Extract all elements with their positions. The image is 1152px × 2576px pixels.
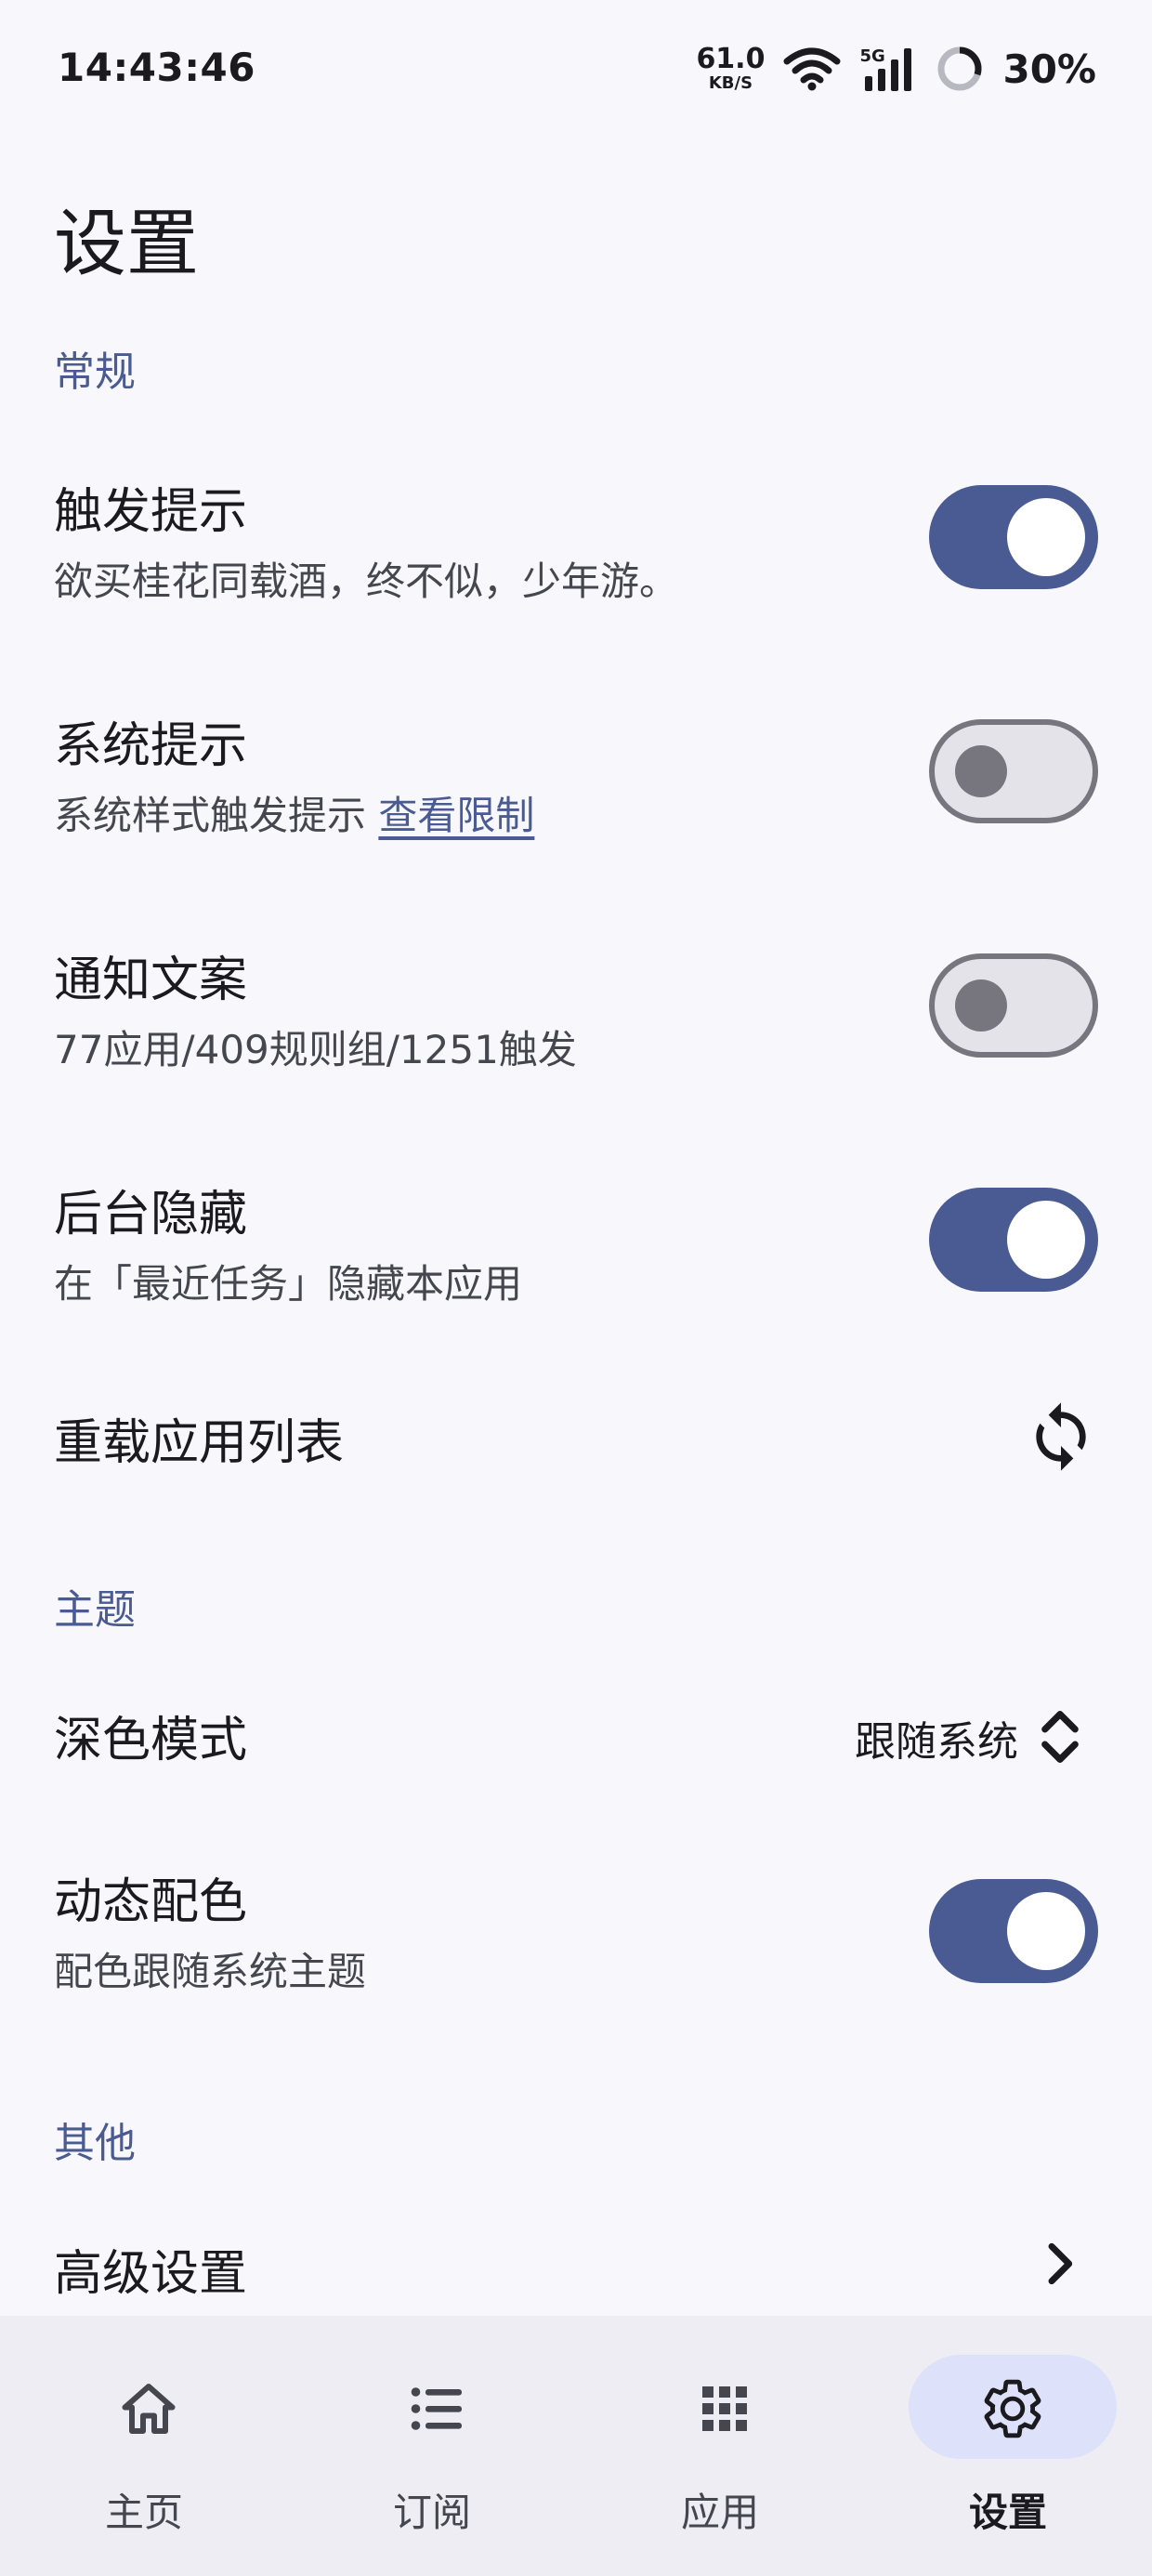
apps-grid-icon — [702, 2386, 747, 2431]
setting-title: 通知文案 — [54, 953, 248, 1008]
nav-item-home[interactable]: 主页 — [0, 2316, 288, 2576]
nav-label: 订阅 — [392, 2490, 471, 2535]
gear-icon — [984, 2379, 1041, 2438]
setting-row-background-hide[interactable]: 后台隐藏 在「最近任务」隐藏本应用 — [0, 1158, 1152, 1344]
setting-title: 系统提示 — [54, 718, 248, 774]
setting-subtitle: 系统样式触发提示 查看限制 — [54, 784, 534, 841]
trigger-tip-toggle[interactable] — [929, 485, 1098, 589]
setting-title: 重载应用列表 — [54, 1415, 345, 1471]
setting-row-dynamic-color[interactable]: 动态配色 配色跟随系统主题 — [0, 1846, 1152, 2031]
nav-label: 主页 — [104, 2490, 183, 2535]
setting-row-advanced[interactable]: 高级设置 — [0, 2212, 1152, 2316]
setting-title: 触发提示 — [54, 484, 248, 540]
nav-item-apps[interactable]: 应用 — [576, 2316, 864, 2576]
unfold-icon[interactable] — [1024, 1701, 1096, 1773]
nav-label: 设置 — [968, 2490, 1047, 2535]
chevron-right-icon[interactable] — [1029, 2234, 1089, 2293]
network-speed-value: 61.0 — [696, 43, 766, 75]
setting-subtitle: 在「最近任务」隐藏本应用 — [54, 1261, 523, 1307]
background-hide-toggle[interactable] — [929, 1188, 1098, 1292]
setting-title: 后台隐藏 — [54, 1187, 248, 1242]
cellular-signal-icon: 5G — [859, 45, 917, 93]
setting-subtitle: 欲买桂花同载酒，终不似，少年游。 — [54, 559, 679, 604]
dynamic-color-toggle[interactable] — [929, 1879, 1098, 1983]
view-limits-link[interactable]: 查看限制 — [378, 793, 534, 838]
setting-row-trigger-tip[interactable]: 触发提示 欲买桂花同载酒，终不似，少年游。 — [0, 455, 1152, 641]
toggle-knob — [1007, 1201, 1085, 1279]
setting-subtitle: 配色跟随系统主题 — [54, 1949, 367, 1994]
system-tip-subtitle-text: 系统样式触发提示 — [54, 793, 367, 838]
section-header-other: 其他 — [54, 2120, 136, 2167]
setting-row-notification-copy[interactable]: 通知文案 77应用/409规则组/1251触发 — [0, 924, 1152, 1110]
page-title: 设置 — [54, 203, 200, 286]
network-speed-unit: KB/S — [708, 73, 753, 93]
toggle-knob — [955, 745, 1007, 797]
dark-mode-value[interactable]: 跟随系统 — [855, 1708, 1018, 1768]
battery-ring-icon — [937, 46, 982, 91]
section-header-general: 常规 — [54, 348, 136, 396]
section-header-theme: 主题 — [54, 1586, 136, 1634]
setting-row-dark-mode[interactable]: 深色模式 跟随系统 — [0, 1678, 1152, 1790]
list-icon — [411, 2387, 462, 2430]
setting-title: 深色模式 — [54, 1713, 248, 1768]
status-time: 14:43:46 — [58, 45, 255, 90]
settings-screen: 14:43:46 61.0 KB/S 5G 30% 设置 常规 触发提示 欲买桂… — [0, 0, 1152, 2576]
toggle-knob — [955, 979, 1007, 1032]
network-speed: 61.0 KB/S — [696, 46, 765, 92]
bottom-navigation: 主页 订阅 应用 设置 — [0, 2316, 1152, 2576]
refresh-icon[interactable] — [1024, 1400, 1098, 1474]
wifi-icon — [783, 47, 841, 91]
nav-item-subscriptions[interactable]: 订阅 — [288, 2316, 576, 2576]
setting-row-reload-apps[interactable]: 重载应用列表 — [0, 1381, 1152, 1492]
setting-title: 动态配色 — [54, 1874, 248, 1930]
nav-item-settings[interactable]: 设置 — [864, 2316, 1152, 2576]
battery-percent: 30% — [1002, 46, 1096, 92]
status-indicators: 61.0 KB/S 5G 30% — [696, 35, 1096, 102]
status-bar: 14:43:46 61.0 KB/S 5G 30% — [0, 0, 1152, 139]
system-tip-toggle[interactable] — [929, 719, 1098, 823]
toggle-knob — [1007, 1892, 1085, 1970]
toggle-knob — [1007, 498, 1085, 576]
home-icon — [122, 2384, 176, 2434]
setting-title: 高级设置 — [54, 2246, 248, 2302]
nav-label: 应用 — [680, 2490, 759, 2535]
notification-copy-toggle[interactable] — [929, 953, 1098, 1058]
setting-subtitle: 77应用/409规则组/1251触发 — [54, 1027, 577, 1072]
setting-row-system-tip[interactable]: 系统提示 系统样式触发提示 查看限制 — [0, 690, 1152, 875]
